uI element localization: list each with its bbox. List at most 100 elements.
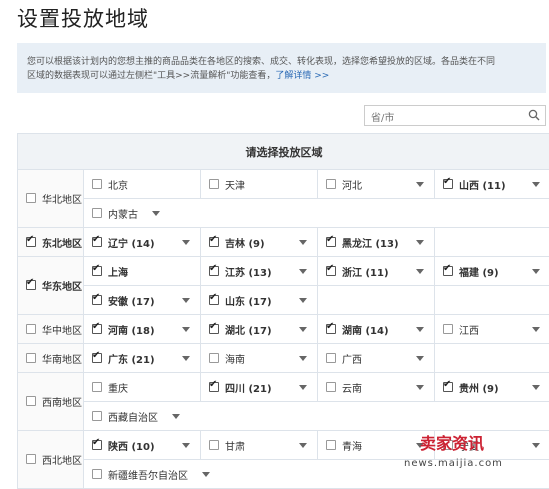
province-label[interactable]: 江西 <box>459 322 479 337</box>
search-input[interactable] <box>365 109 527 128</box>
search-icon[interactable] <box>528 109 540 121</box>
province-checkbox[interactable] <box>92 353 102 363</box>
chevron-down-icon[interactable] <box>152 211 160 216</box>
chevron-down-icon[interactable] <box>416 182 424 187</box>
province-label[interactable]: 陕西 (10) <box>108 438 155 453</box>
province-checkbox[interactable] <box>209 382 219 392</box>
province-checkbox[interactable] <box>92 208 102 218</box>
province-label[interactable]: 黑龙江 (13) <box>342 235 399 250</box>
province-label[interactable]: 北京 <box>108 177 128 192</box>
province-item[interactable]: 海南 <box>201 344 317 372</box>
region-label[interactable]: 东北地区 <box>42 239 82 250</box>
chevron-down-icon[interactable] <box>182 443 190 448</box>
region-checkbox[interactable] <box>26 454 36 464</box>
province-checkbox[interactable] <box>443 324 453 334</box>
province-checkbox[interactable] <box>209 179 219 189</box>
region-checkbox[interactable] <box>26 353 36 363</box>
province-label[interactable]: 青海 <box>342 438 362 453</box>
region-label[interactable]: 华北地区 <box>42 195 82 206</box>
province-item[interactable]: 山东 (17) <box>201 286 317 314</box>
province-label[interactable]: 广西 <box>342 351 362 366</box>
province-label[interactable]: 重庆 <box>108 380 128 395</box>
province-checkbox[interactable] <box>92 237 102 247</box>
province-label[interactable]: 湖南 (14) <box>342 322 389 337</box>
province-label[interactable]: 广东 (21) <box>108 351 155 366</box>
province-label[interactable]: 新疆维吾尔自治区 <box>108 467 188 482</box>
province-item[interactable]: 湖北 (17) <box>201 315 317 343</box>
province-label[interactable]: 湖北 (17) <box>225 322 272 337</box>
region-checkbox[interactable] <box>26 324 36 334</box>
chevron-down-icon[interactable] <box>172 414 180 419</box>
chevron-down-icon[interactable] <box>299 443 307 448</box>
province-checkbox[interactable] <box>209 324 219 334</box>
province-checkbox[interactable] <box>326 324 336 334</box>
province-item[interactable]: 云南 <box>318 373 434 401</box>
province-checkbox[interactable] <box>92 266 102 276</box>
province-item[interactable]: 甘肃 <box>201 431 317 459</box>
province-item[interactable]: 河南 (18) <box>84 315 200 343</box>
province-label[interactable]: 山东 (17) <box>225 293 272 308</box>
chevron-down-icon[interactable] <box>299 298 307 303</box>
province-item[interactable]: 浙江 (11) <box>318 257 434 285</box>
chevron-down-icon[interactable] <box>182 327 190 332</box>
province-label[interactable]: 内蒙古 <box>108 206 138 221</box>
chevron-down-icon[interactable] <box>532 327 540 332</box>
region-checkbox[interactable] <box>26 193 36 203</box>
chevron-down-icon[interactable] <box>416 356 424 361</box>
chevron-down-icon[interactable] <box>416 385 424 390</box>
chevron-down-icon[interactable] <box>532 443 540 448</box>
chevron-down-icon[interactable] <box>532 269 540 274</box>
chevron-down-icon[interactable] <box>182 356 190 361</box>
province-checkbox[interactable] <box>326 179 336 189</box>
province-checkbox[interactable] <box>92 295 102 305</box>
province-label[interactable]: 云南 <box>342 380 362 395</box>
region-label[interactable]: 华南地区 <box>42 355 82 366</box>
chevron-down-icon[interactable] <box>182 240 190 245</box>
province-checkbox[interactable] <box>92 469 102 479</box>
province-item[interactable]: 四川 (21) <box>201 373 317 401</box>
region-label[interactable]: 华中地区 <box>42 326 82 337</box>
province-label[interactable]: 河北 <box>342 177 362 192</box>
province-item[interactable]: 黑龙江 (13) <box>318 228 434 256</box>
province-item[interactable]: 江西 <box>435 315 549 343</box>
province-item[interactable]: 辽宁 (14) <box>84 228 200 256</box>
region-label[interactable]: 华东地区 <box>42 282 82 293</box>
province-label[interactable]: 江苏 (13) <box>225 264 272 279</box>
chevron-down-icon[interactable] <box>299 327 307 332</box>
province-item[interactable]: 河北 <box>318 170 434 198</box>
province-item[interactable]: 陕西 (10) <box>84 431 200 459</box>
province-item[interactable]: 天津 <box>201 170 317 198</box>
province-item[interactable]: 广东 (21) <box>84 344 200 372</box>
province-label[interactable]: 四川 (21) <box>225 380 272 395</box>
province-label[interactable]: 海南 <box>225 351 245 366</box>
province-item[interactable]: 江苏 (13) <box>201 257 317 285</box>
province-checkbox[interactable] <box>326 353 336 363</box>
province-label[interactable]: 山西 (11) <box>459 177 506 192</box>
chevron-down-icon[interactable] <box>532 182 540 187</box>
province-checkbox[interactable] <box>443 179 453 189</box>
province-label[interactable]: 甘肃 <box>225 438 245 453</box>
region-label[interactable]: 西北地区 <box>42 456 82 467</box>
province-checkbox[interactable] <box>209 440 219 450</box>
region-label[interactable]: 西南地区 <box>42 398 82 409</box>
province-checkbox[interactable] <box>92 382 102 392</box>
province-item[interactable]: 广西 <box>318 344 434 372</box>
province-item[interactable]: 安徽 (17) <box>84 286 200 314</box>
province-item[interactable]: 重庆 <box>84 373 200 401</box>
province-checkbox[interactable] <box>209 266 219 276</box>
province-label[interactable]: 天津 <box>225 177 245 192</box>
province-label[interactable]: 河南 (18) <box>108 322 155 337</box>
chevron-down-icon[interactable] <box>416 240 424 245</box>
province-item[interactable]: 福建 (9) <box>435 257 549 285</box>
chevron-down-icon[interactable] <box>299 385 307 390</box>
province-label[interactable]: 上海 <box>108 264 128 279</box>
province-label[interactable]: 贵州 (9) <box>459 380 499 395</box>
chevron-down-icon[interactable] <box>416 269 424 274</box>
province-item[interactable]: 内蒙古 <box>84 199 549 227</box>
chevron-down-icon[interactable] <box>299 356 307 361</box>
province-checkbox[interactable] <box>209 353 219 363</box>
province-checkbox[interactable] <box>326 440 336 450</box>
search-box[interactable] <box>364 105 546 126</box>
chevron-down-icon[interactable] <box>299 240 307 245</box>
province-label[interactable]: 浙江 (11) <box>342 264 389 279</box>
